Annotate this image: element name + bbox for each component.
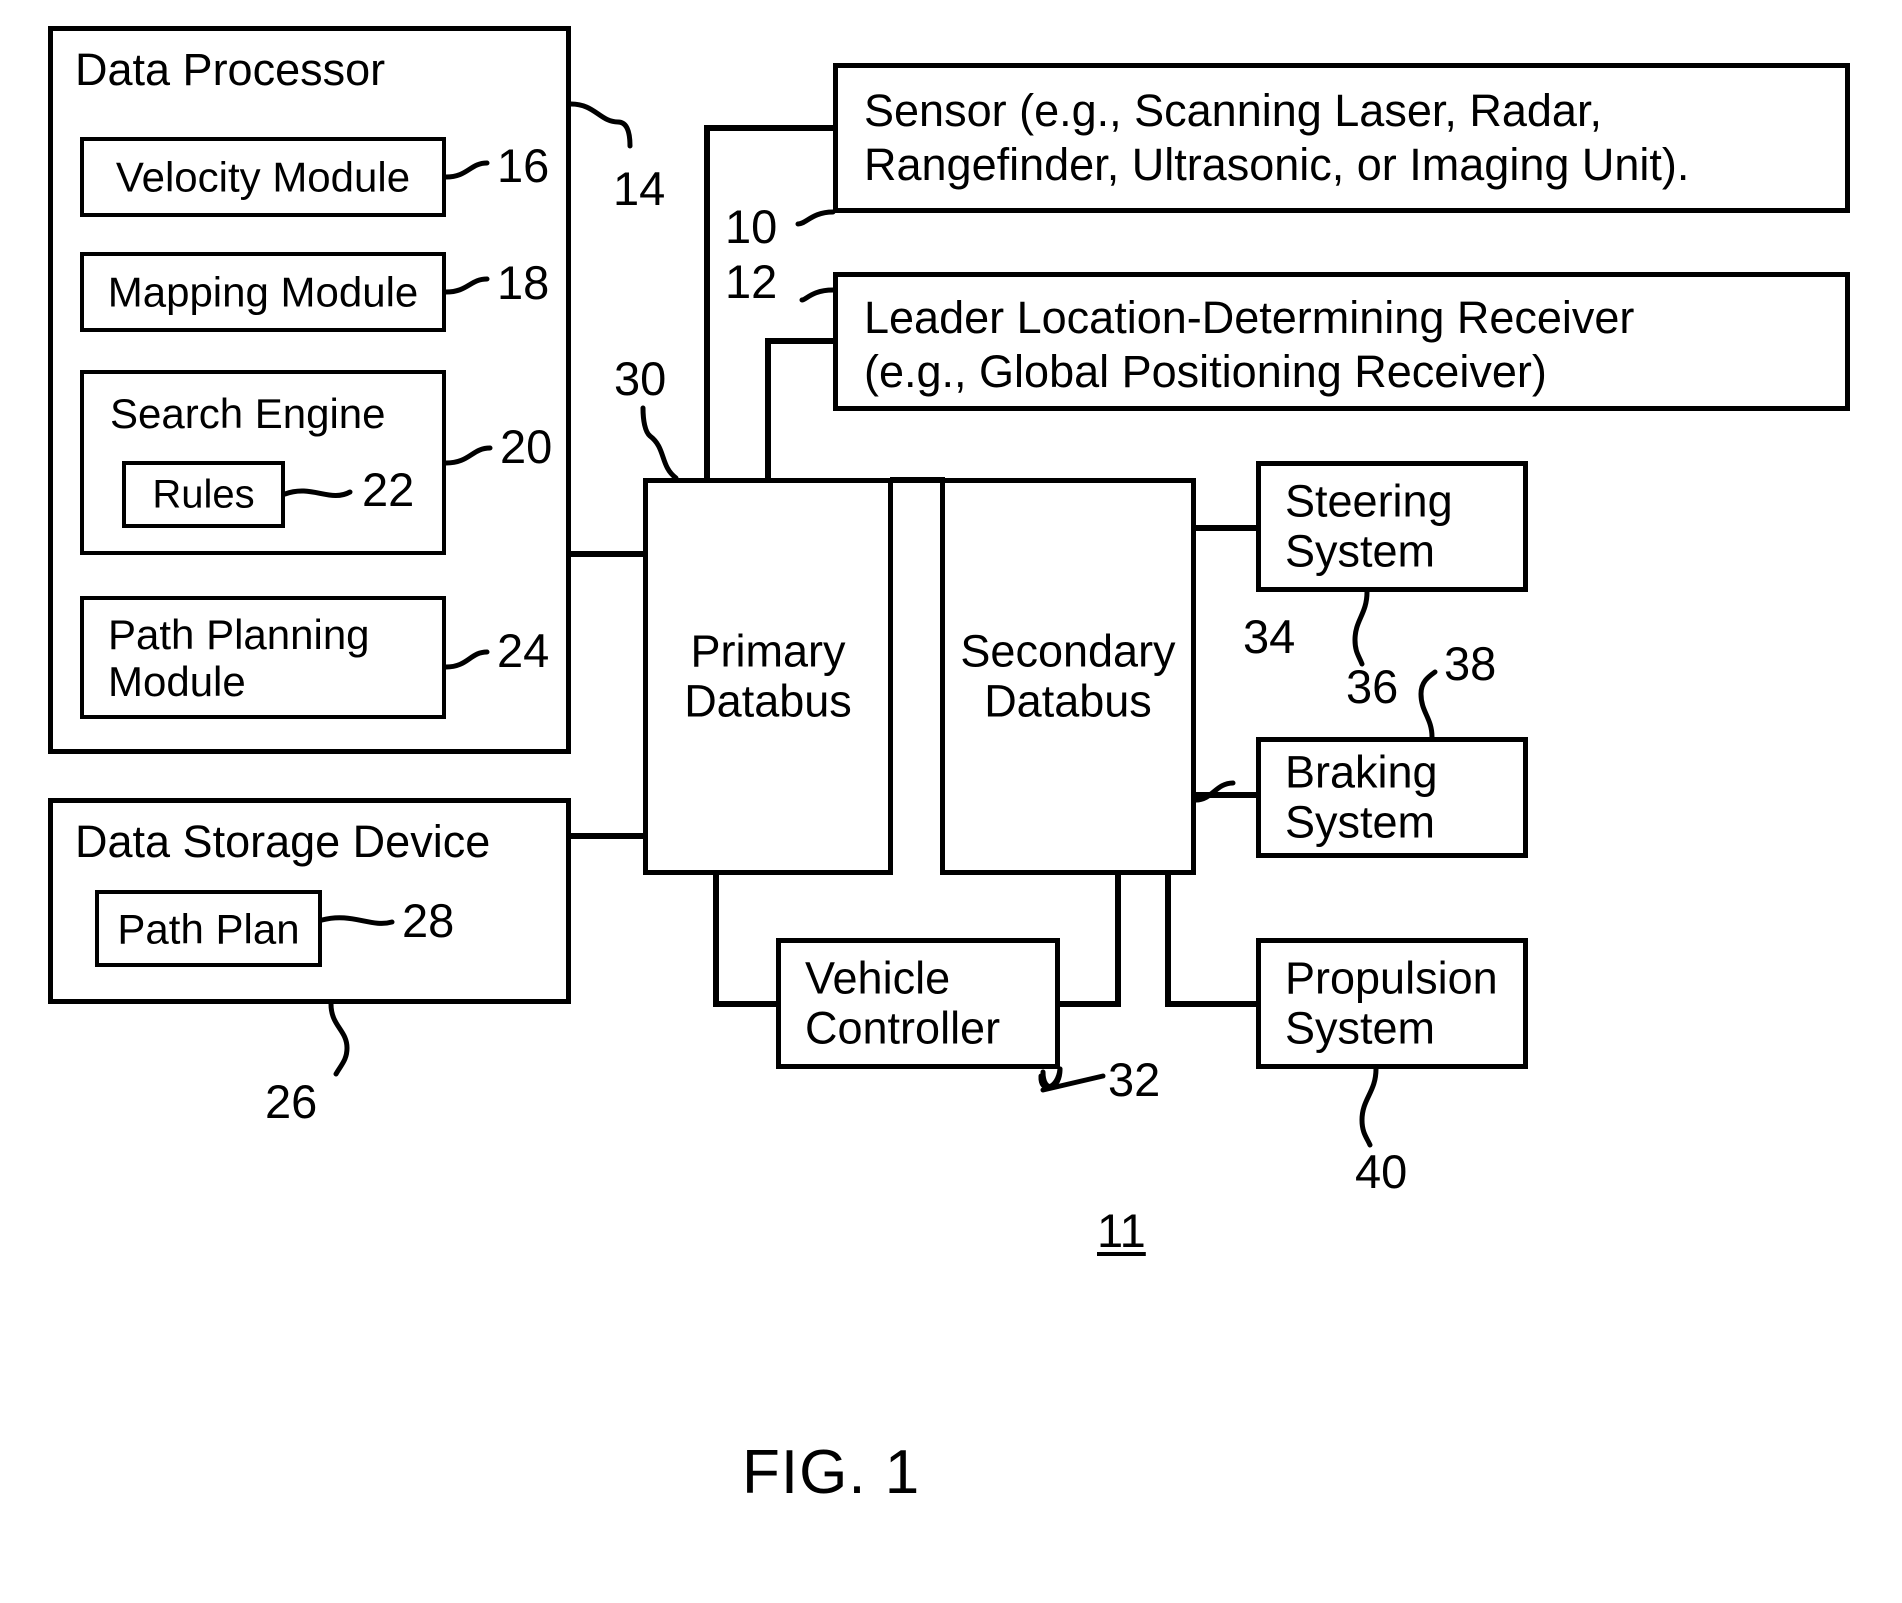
steering-system-label: Steering System xyxy=(1285,475,1453,577)
box-steering-system: Steering System xyxy=(1256,461,1528,592)
ref-numeral-22: 22 xyxy=(362,463,415,516)
box-propulsion-system: Propulsion System xyxy=(1256,938,1528,1069)
rules-label: Rules xyxy=(152,472,255,517)
ref-numeral-16: 16 xyxy=(497,139,550,192)
ref-numeral-30: 30 xyxy=(614,352,667,405)
box-secondary-databus: Secondary Databus xyxy=(940,478,1196,875)
path-plan-label: Path Plan xyxy=(117,904,300,952)
ref-numeral-20: 20 xyxy=(500,420,553,473)
propulsion-system-label: Propulsion System xyxy=(1285,952,1498,1054)
ref-numeral-26: 26 xyxy=(265,1075,318,1128)
box-path-planning-module: Path Planning Module xyxy=(80,596,446,719)
box-rules: Rules xyxy=(122,461,285,528)
mapping-module-label: Mapping Module xyxy=(107,268,419,316)
ref-numeral-11-system: 11 xyxy=(1097,1204,1146,1257)
box-primary-databus: Primary Databus xyxy=(643,478,893,875)
secondary-databus-label: Secondary Databus xyxy=(960,625,1176,727)
primary-databus-label: Primary Databus xyxy=(684,625,852,727)
leader-receiver-label: Leader Location-Determining Receiver (e.… xyxy=(864,292,1635,397)
box-vehicle-controller: Vehicle Controller xyxy=(776,938,1060,1069)
ref-numeral-40: 40 xyxy=(1355,1145,1408,1198)
box-leader-location-determining-receiver: Leader Location-Determining Receiver (e.… xyxy=(833,272,1850,411)
path-planning-module-label: Path Planning Module xyxy=(108,610,370,705)
box-velocity-module: Velocity Module xyxy=(80,137,446,217)
ref-numeral-14: 14 xyxy=(613,162,666,215)
ref-numeral-18: 18 xyxy=(497,256,550,309)
ref-numeral-10: 10 xyxy=(725,200,778,253)
data-storage-device-label: Data Storage Device xyxy=(75,816,491,867)
ref-numeral-12: 12 xyxy=(725,255,778,308)
velocity-module-label: Velocity Module xyxy=(115,153,411,201)
figure-caption: FIG. 1 xyxy=(742,1438,921,1507)
ref-numeral-24: 24 xyxy=(497,624,550,677)
vehicle-controller-label: Vehicle Controller xyxy=(805,952,1001,1054)
ref-numeral-28: 28 xyxy=(402,894,455,947)
box-braking-system: Braking System xyxy=(1256,737,1528,858)
box-mapping-module: Mapping Module xyxy=(80,252,446,332)
search-engine-label: Search Engine xyxy=(110,390,386,437)
patent-figure-fig-1: Data Processor Velocity Module Mapping M… xyxy=(0,0,1902,1603)
ref-numeral-36: 36 xyxy=(1346,660,1399,713)
box-path-plan: Path Plan xyxy=(95,890,322,967)
braking-system-label: Braking System xyxy=(1285,746,1438,848)
box-sensor: Sensor (e.g., Scanning Laser, Radar, Ran… xyxy=(833,63,1850,213)
sensor-label: Sensor (e.g., Scanning Laser, Radar, Ran… xyxy=(864,85,1690,190)
data-processor-label: Data Processor xyxy=(75,44,386,95)
ref-numeral-38: 38 xyxy=(1444,637,1497,690)
ref-numeral-34: 34 xyxy=(1243,610,1296,663)
ref-numeral-32: 32 xyxy=(1108,1053,1161,1106)
